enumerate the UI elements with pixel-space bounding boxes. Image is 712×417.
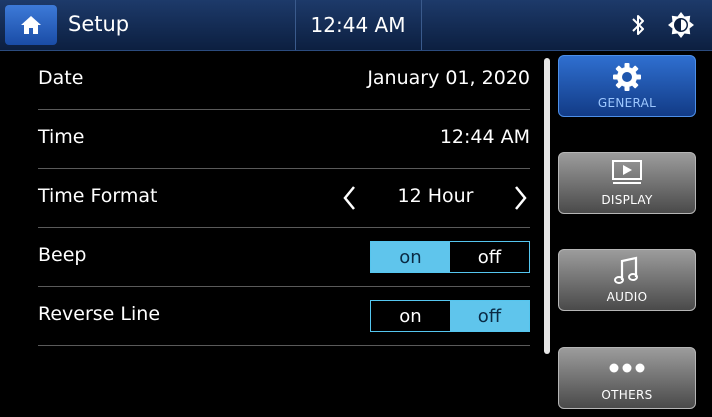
top-bar: Setup 12:44 AM <box>0 0 712 51</box>
clock-display: 12:44 AM <box>310 13 406 37</box>
brightness-icon[interactable] <box>667 11 695 39</box>
time-format-label: Time Format <box>38 185 158 207</box>
page-title: Setup <box>68 12 130 36</box>
beep-toggle[interactable]: on off <box>370 241 530 273</box>
tab-audio[interactable]: AUDIO <box>558 249 696 311</box>
time-label: Time <box>38 126 85 148</box>
divider <box>421 0 422 50</box>
music-note-icon <box>614 256 638 284</box>
tab-display[interactable]: DISPLAY <box>558 152 696 214</box>
reverse-line-label: Reverse Line <box>38 303 161 325</box>
home-icon <box>21 16 41 34</box>
reverse-line-off-option[interactable]: off <box>450 301 529 331</box>
beep-label: Beep <box>38 244 87 266</box>
play-screen-icon <box>612 160 642 184</box>
beep-off-option[interactable]: off <box>450 242 529 272</box>
chevron-left-icon[interactable] <box>340 183 360 213</box>
tab-others[interactable]: OTHERS <box>558 347 696 409</box>
beep-row: Beep on off <box>38 228 530 287</box>
tab-general-label: GENERAL <box>597 96 657 110</box>
reverse-line-on-option[interactable]: on <box>371 301 450 331</box>
time-value: 12:44 AM <box>439 126 530 148</box>
reverse-line-row: Reverse Line on off <box>38 287 530 346</box>
beep-on-option[interactable]: on <box>371 242 450 272</box>
bluetooth-icon[interactable] <box>630 12 646 38</box>
gear-icon <box>613 63 641 91</box>
chevron-right-icon[interactable] <box>510 183 530 213</box>
home-button[interactable] <box>5 5 57 45</box>
tab-audio-label: AUDIO <box>606 290 648 304</box>
time-format-value: 12 Hour <box>397 185 474 207</box>
date-row[interactable]: Date January 01, 2020 <box>38 51 530 110</box>
more-dots-icon <box>609 363 645 373</box>
tab-general[interactable]: GENERAL <box>558 55 696 117</box>
scrollbar[interactable] <box>544 58 550 354</box>
reverse-line-toggle[interactable]: on off <box>370 300 530 332</box>
time-format-row: Time Format 12 Hour <box>38 169 530 228</box>
time-row[interactable]: Time 12:44 AM <box>38 110 530 169</box>
tab-display-label: DISPLAY <box>601 193 653 207</box>
date-label: Date <box>38 67 84 89</box>
date-value: January 01, 2020 <box>367 67 530 89</box>
tab-others-label: OTHERS <box>601 388 653 402</box>
